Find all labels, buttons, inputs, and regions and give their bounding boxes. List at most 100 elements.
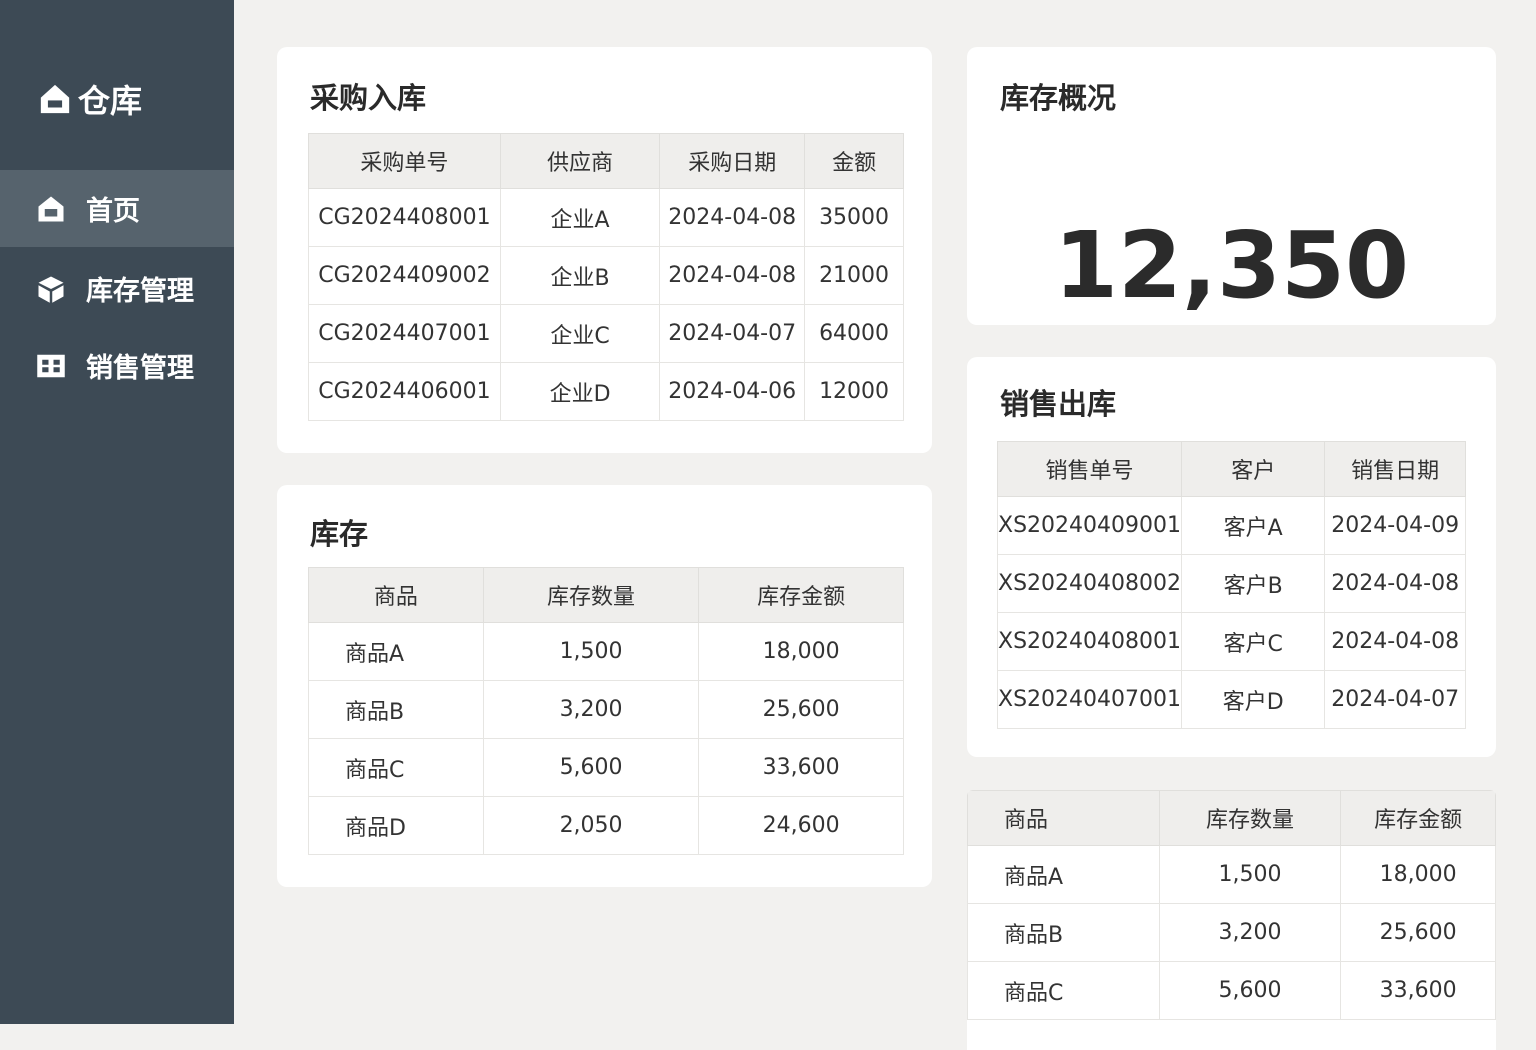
sidebar-item-home[interactable]: 首页	[0, 170, 234, 247]
table-cell: 18,000	[1340, 845, 1496, 904]
sidebar-item-label: 首页	[86, 196, 140, 227]
table-row[interactable]: CG2024408001 企业A 2024-04-08 35000	[308, 188, 904, 247]
table-row[interactable]: 商品B 3,200 25,600	[308, 680, 904, 739]
table-cell: 企业D	[499, 362, 661, 421]
table-cell: 1,500	[482, 622, 700, 681]
table-cell: 3,200	[1158, 903, 1342, 962]
table-cell: 2024-04-07	[659, 304, 806, 363]
table-cell: 2024-04-08	[659, 188, 806, 247]
table-cell: 21000	[804, 246, 904, 305]
column-header[interactable]: 商品	[308, 567, 484, 623]
table-cell: 64000	[804, 304, 904, 363]
column-header[interactable]: 采购日期	[659, 133, 806, 189]
table-cell: CG2024408001	[308, 188, 501, 247]
table-cell: 2024-04-08	[1324, 612, 1466, 671]
column-header[interactable]: 库存金额	[698, 567, 904, 623]
column-header[interactable]: 采购单号	[308, 133, 501, 189]
table-header-row: 商品 库存数量 库存金额	[967, 790, 1496, 846]
table-row[interactable]: XS20240408001 客户C 2024-04-08	[996, 612, 1466, 671]
inventory-card-2: 商品 库存数量 库存金额 商品A 1,500 18,000 商品B 3,200 25,600 商品…	[967, 790, 1496, 1050]
inventory-table-2: 商品 库存数量 库存金额 商品A 1,500 18,000 商品B 3,200 25,600 商品…	[967, 790, 1496, 1020]
sidebar: 仓库 首页 库存管理 销售管理	[0, 0, 234, 1024]
table-cell: XS20240407001	[996, 670, 1183, 729]
column-header[interactable]: 库存金额	[1340, 790, 1496, 846]
table-cell: 客户B	[1181, 554, 1326, 613]
table-cell: 商品A	[967, 845, 1160, 904]
table-row[interactable]: CG2024407001 企业C 2024-04-07 64000	[308, 304, 904, 363]
table-cell: XS20240409001	[996, 496, 1183, 555]
sales-card: 销售出库 销售单号 客户 销售日期 XS20240409001 客户A 2024-04-0…	[967, 357, 1496, 757]
table-cell: 5,600	[1158, 961, 1342, 1020]
home-icon	[38, 196, 64, 221]
table-cell: CG2024409002	[308, 246, 501, 305]
table-row[interactable]: 商品D 2,050 24,600	[308, 796, 904, 855]
sidebar-item-inventory[interactable]: 库存管理	[0, 250, 234, 327]
column-header[interactable]: 商品	[967, 790, 1160, 846]
card-title: 销售出库	[1000, 387, 1117, 421]
table-cell: 商品C	[967, 961, 1160, 1020]
table-cell: 商品A	[308, 622, 484, 681]
sidebar-item-sales[interactable]: 销售管理	[0, 327, 234, 404]
inventory-table: 商品 库存数量 库存金额 商品A 1,500 18,000 商品B 3,200 25,600 商品…	[308, 567, 904, 855]
overview-card: 库存概况 12,350	[967, 47, 1496, 325]
table-header-row: 采购单号 供应商 采购日期 金额	[308, 133, 904, 189]
table-row[interactable]: CG2024406001 企业D 2024-04-06 12000	[308, 362, 904, 421]
card-title: 库存概况	[1000, 81, 1117, 115]
table-row[interactable]: 商品B 3,200 25,600	[967, 903, 1496, 962]
column-header[interactable]: 客户	[1181, 441, 1326, 497]
table-cell: 33,600	[1340, 961, 1496, 1020]
table-cell: 商品B	[967, 903, 1160, 962]
table-cell: 2024-04-08	[659, 246, 806, 305]
table-cell: 18,000	[698, 622, 904, 681]
purchase-table: 采购单号 供应商 采购日期 金额 CG2024408001 企业A 2024-04-08 35…	[308, 133, 904, 421]
table-cell: 2024-04-07	[1324, 670, 1466, 729]
table-cell: 3,200	[482, 680, 700, 739]
table-cell: 24,600	[698, 796, 904, 855]
table-row[interactable]: 商品C 5,600 33,600	[967, 961, 1496, 1020]
table-cell: 企业B	[499, 246, 661, 305]
column-header[interactable]: 销售单号	[996, 441, 1183, 497]
sidebar-item-label: 库存管理	[86, 276, 194, 307]
column-header[interactable]: 金额	[804, 133, 904, 189]
table-row[interactable]: XS20240407001 客户D 2024-04-07	[996, 670, 1466, 729]
table-cell: 商品C	[308, 738, 484, 797]
logo-text: 仓库	[78, 82, 143, 120]
table-cell: 33,600	[698, 738, 904, 797]
table-row[interactable]: XS20240408002 客户B 2024-04-08	[996, 554, 1466, 613]
table-cell: 2024-04-09	[1324, 496, 1466, 555]
table-cell: CG2024406001	[308, 362, 501, 421]
column-header[interactable]: 库存数量	[482, 567, 700, 623]
sidebar-item-label: 销售管理	[86, 353, 194, 384]
table-row[interactable]: 商品A 1,500 18,000	[967, 845, 1496, 904]
card-title: 库存	[310, 517, 369, 551]
column-header[interactable]: 销售日期	[1324, 441, 1466, 497]
table-cell: 35000	[804, 188, 904, 247]
table-cell: 12000	[804, 362, 904, 421]
table-row[interactable]: 商品A 1,500 18,000	[308, 622, 904, 681]
total-stock-value: 12,350	[1053, 212, 1410, 319]
table-cell: 客户D	[1181, 670, 1326, 729]
table-cell: 1,500	[1158, 845, 1342, 904]
warehouse-icon	[40, 84, 70, 114]
purchase-card: 采购入库 采购单号 供应商 采购日期 金额 CG2024408001 企业A 2024-04…	[277, 47, 932, 453]
table-row[interactable]: XS20240409001 客户A 2024-04-09	[996, 496, 1466, 555]
box-icon	[38, 276, 64, 303]
table-cell: 25,600	[698, 680, 904, 739]
table-row[interactable]: CG2024409002 企业B 2024-04-08 21000	[308, 246, 904, 305]
table-cell: 2024-04-08	[1324, 554, 1466, 613]
table-cell: 商品D	[308, 796, 484, 855]
table-cell: 客户A	[1181, 496, 1326, 555]
logo: 仓库	[38, 76, 142, 122]
column-header[interactable]: 库存数量	[1158, 790, 1342, 846]
table-cell: 25,600	[1340, 903, 1496, 962]
table-cell: 企业A	[499, 188, 661, 247]
sales-table: 销售单号 客户 销售日期 XS20240409001 客户A 2024-04-09 XS20…	[996, 441, 1466, 729]
inventory-card: 库存 商品 库存数量 库存金额 商品A 1,500 18,000 商品B 3,200 25,60…	[277, 485, 932, 887]
card-title: 采购入库	[310, 81, 427, 115]
grid-icon	[37, 354, 65, 377]
column-header[interactable]: 供应商	[499, 133, 661, 189]
table-cell: XS20240408001	[996, 612, 1183, 671]
table-cell: 2024-04-06	[659, 362, 806, 421]
table-row[interactable]: 商品C 5,600 33,600	[308, 738, 904, 797]
table-cell: 客户C	[1181, 612, 1326, 671]
